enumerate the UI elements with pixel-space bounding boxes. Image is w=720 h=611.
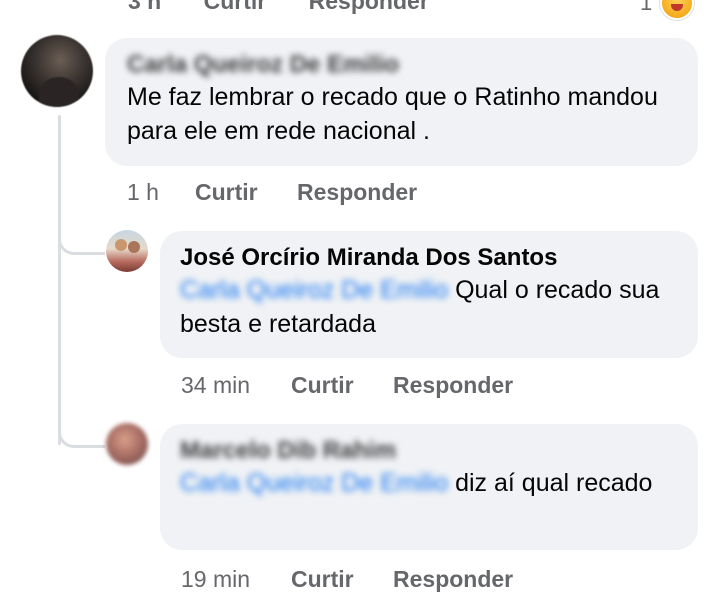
previous-reactions[interactable]: 1 [640,0,695,20]
comment-text: Me faz lembrar o recado que o Ratinho ma… [127,83,658,145]
reply-author[interactable]: Marcelo Dib Rahim [180,436,678,466]
comment-time[interactable]: 1 h [127,179,195,206]
previous-reply-button[interactable]: Responder [309,0,429,14]
reply-author[interactable]: José Orcírio Miranda Dos Santos [180,243,678,273]
reply-time[interactable]: 34 min [181,372,291,399]
previous-like-button[interactable]: Curtir [204,0,267,14]
thread-line [58,115,61,445]
like-button[interactable]: Curtir [291,372,393,399]
comment-actions: 1 h Curtir Responder [127,179,417,206]
previous-comment-time[interactable]: 3 h [128,0,161,14]
haha-reaction-icon [660,0,695,20]
reply-text: Carla Queiroz De Emilio Qual o recado su… [180,273,678,341]
comment-bubble: Carla Queiroz De Emilio Me faz lembrar o… [105,38,698,166]
reply-button[interactable]: Responder [393,372,513,399]
reaction-count: 1 [640,0,653,15]
reply-bubble: José Orcírio Miranda Dos Santos Carla Qu… [160,231,698,358]
reply-bubble: Marcelo Dib Rahim Carla Queiroz De Emili… [160,424,698,550]
mention-link[interactable]: Carla Queiroz De Emilio [180,469,448,497]
reply-actions: 19 min Curtir Responder [181,566,513,593]
avatar-jose[interactable] [106,230,148,272]
avatar-carla[interactable] [21,35,93,107]
mention-link[interactable]: Carla Queiroz De Emilio [180,276,448,304]
like-button[interactable]: Curtir [291,566,393,593]
comment-thread: 3 h Curtir Responder 1 Carla Queiroz De … [0,0,720,611]
avatar-marcelo[interactable] [106,423,148,465]
like-button[interactable]: Curtir [195,179,297,206]
thread-connector-2 [58,427,105,448]
reply-button[interactable]: Responder [297,179,417,206]
previous-comment-actions: 3 h Curtir Responder [128,0,465,15]
reply-text: Carla Queiroz De Emilio diz aí qual reca… [180,466,678,500]
reply-button[interactable]: Responder [393,566,513,593]
comment-author[interactable]: Carla Queiroz De Emilio [127,50,678,80]
reply-actions: 34 min Curtir Responder [181,372,513,399]
thread-connector-1 [58,234,105,255]
reply-time[interactable]: 19 min [181,566,291,593]
reply-body: diz aí qual recado [448,469,653,497]
